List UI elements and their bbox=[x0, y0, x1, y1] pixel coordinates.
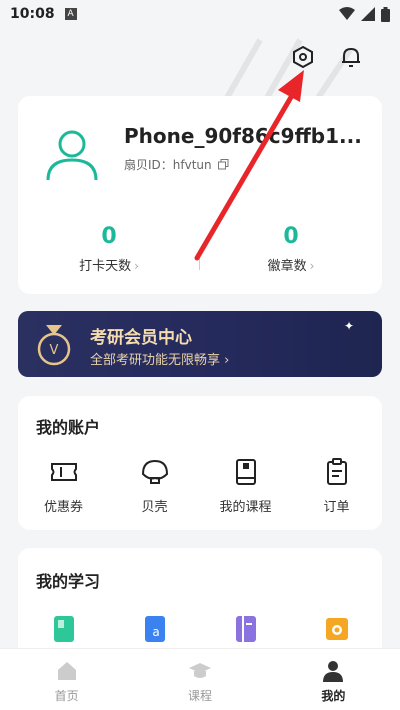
badges-label: 徽章数 bbox=[267, 259, 307, 274]
shell-icon bbox=[141, 459, 168, 484]
my-courses-item[interactable]: 我的课程 bbox=[200, 456, 291, 515]
badges-value: 0 bbox=[283, 224, 299, 249]
purple-book-icon bbox=[235, 616, 256, 642]
notification-a-icon: A bbox=[64, 8, 77, 20]
avatar[interactable] bbox=[44, 126, 100, 182]
user-id-label: 扇贝ID：hfvtun bbox=[124, 158, 212, 172]
learning-item-4[interactable] bbox=[291, 612, 382, 644]
copy-icon[interactable] bbox=[217, 159, 229, 170]
orders-label: 订单 bbox=[323, 500, 350, 515]
chevron-right-icon: › bbox=[134, 259, 139, 273]
learning-title: 我的学习 bbox=[36, 572, 101, 591]
sparkle-icon: ✦ bbox=[343, 319, 354, 333]
medal-icon: V bbox=[37, 325, 71, 366]
checkin-days-label: 打卡天数 bbox=[79, 259, 132, 274]
status-icons bbox=[339, 6, 390, 22]
status-time: 10:08 bbox=[10, 6, 55, 22]
nav-mine-label: 我的 bbox=[321, 689, 346, 703]
signal-icon bbox=[361, 7, 375, 21]
learning-card: 我的学习 a bbox=[18, 548, 382, 658]
nav-mine[interactable]: 我的 bbox=[267, 649, 400, 710]
username[interactable]: Phone_90f86c9ffb1... bbox=[124, 124, 362, 148]
learning-item-2[interactable]: a bbox=[109, 612, 200, 644]
grad-cap-icon bbox=[188, 663, 211, 678]
account-grid: 优惠券 贝壳 我的课程 订单 bbox=[18, 456, 382, 515]
learning-item-3[interactable] bbox=[200, 612, 291, 644]
coupon-label: 优惠券 bbox=[43, 500, 83, 515]
nav-courses-label: 课程 bbox=[187, 689, 212, 703]
orders-item[interactable]: 订单 bbox=[291, 456, 382, 515]
nav-courses[interactable]: 课程 bbox=[133, 649, 266, 710]
person-icon bbox=[323, 661, 344, 682]
shell-label: 贝壳 bbox=[141, 500, 168, 515]
bell-icon[interactable] bbox=[338, 44, 364, 70]
green-notebook-icon bbox=[53, 616, 74, 642]
my-courses-label: 我的课程 bbox=[219, 500, 272, 515]
account-card: 我的账户 优惠券 贝壳 我的课程 订单 bbox=[18, 396, 382, 530]
svg-text:a: a bbox=[152, 625, 159, 639]
stats-divider bbox=[199, 254, 200, 270]
profile-card: Phone_90f86c9ffb1... 扇贝ID：hfvtun 0 打卡天数 ›… bbox=[18, 96, 382, 294]
checkin-days-value: 0 bbox=[101, 224, 117, 249]
nav-home[interactable]: 首页 bbox=[0, 649, 133, 710]
learning-grid: a bbox=[18, 612, 382, 644]
book-icon bbox=[235, 459, 256, 485]
bottom-nav: 首页 课程 我的 bbox=[0, 648, 400, 710]
battery-icon bbox=[381, 6, 390, 22]
checkin-days-stat[interactable]: 0 打卡天数 › bbox=[18, 224, 200, 274]
settings-hex-icon[interactable] bbox=[290, 44, 316, 70]
shell-item[interactable]: 贝壳 bbox=[109, 456, 200, 515]
status-bar: 10:08 A bbox=[0, 0, 400, 28]
membership-banner[interactable]: V 考研会员中心 全部考研功能无限畅享 › ✦ bbox=[18, 311, 382, 377]
user-id: 扇贝ID：hfvtun bbox=[124, 156, 229, 173]
account-title: 我的账户 bbox=[36, 418, 101, 437]
word-card-icon: a bbox=[144, 616, 165, 642]
stats-row: 0 打卡天数 › 0 徽章数 › bbox=[18, 224, 382, 274]
learning-item-1[interactable] bbox=[18, 612, 109, 644]
nav-home-label: 首页 bbox=[54, 689, 79, 703]
clipboard-icon bbox=[326, 458, 347, 485]
header-actions bbox=[290, 44, 364, 70]
chevron-right-icon: › bbox=[309, 259, 315, 273]
coupon-item[interactable]: 优惠券 bbox=[18, 456, 109, 515]
svg-text:V: V bbox=[50, 343, 59, 358]
orange-folder-icon bbox=[325, 618, 348, 640]
banner-subtitle: 全部考研功能无限畅享 › bbox=[90, 353, 230, 368]
home-icon bbox=[57, 662, 76, 680]
wifi-icon bbox=[339, 7, 355, 20]
badges-stat[interactable]: 0 徽章数 › bbox=[200, 224, 382, 274]
banner-title: 考研会员中心 bbox=[90, 328, 192, 348]
coupon-icon bbox=[50, 463, 77, 481]
